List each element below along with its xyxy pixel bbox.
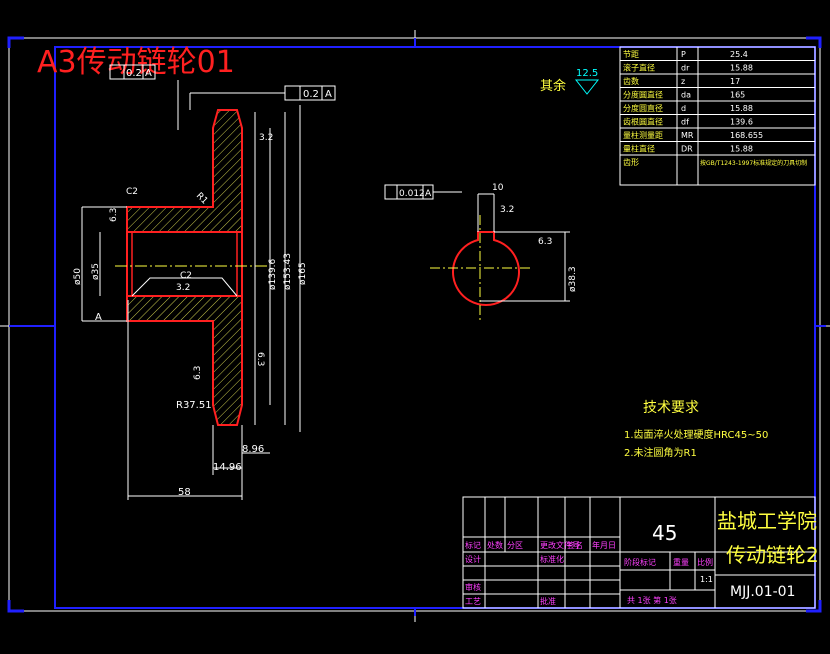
section-view <box>115 109 268 426</box>
dim-hub: ø50 <box>73 268 83 285</box>
param-value: 按GB/T1243-1997标准规定的刀具切制 <box>700 159 807 167</box>
tb-school: 盐城工学院 <box>717 509 817 533</box>
tol-value-1: 0.2 <box>126 68 142 79</box>
dim-58: 58 <box>178 487 191 498</box>
param-value: 17 <box>730 77 740 86</box>
param-name: 量柱测量距 <box>623 130 663 140</box>
center-marks <box>0 30 830 622</box>
tb-review: 审核 <box>465 582 481 592</box>
param-name: 齿数 <box>623 76 639 86</box>
param-value: 25.4 <box>730 50 748 59</box>
tolerance-frame-bore: 0.012 A <box>384 184 462 200</box>
rough-63-a: 6.3 <box>109 208 119 222</box>
param-name: 齿形 <box>623 158 639 167</box>
param-value: 15.88 <box>730 64 753 73</box>
param-name: 滚子直径 <box>623 63 655 73</box>
center-marks-blue <box>9 38 826 616</box>
tb-drawing-no: MJJ.01-01 <box>730 584 795 600</box>
tb-weight: 重量 <box>673 557 689 567</box>
param-symbol: P <box>681 50 686 59</box>
tb-header-label: 标记 <box>465 540 481 550</box>
param-symbol: d <box>681 104 686 113</box>
dim-bore: ø35 <box>91 263 101 280</box>
tech-heading: 技术要求 <box>643 400 699 416</box>
param-name: 齿根圆直径 <box>623 117 663 127</box>
roughness-symbol <box>574 79 600 95</box>
tb-design: 设计 <box>465 554 481 564</box>
param-name: 分度圆直径 <box>623 90 663 100</box>
tb-header-label: 分区 <box>507 541 523 550</box>
tb-standard: 标准化 <box>540 554 564 564</box>
tol-datum-2: A <box>325 89 332 100</box>
tol-value-2: 0.2 <box>303 89 319 100</box>
tb-header-labels: 标记 处数 分区 更改文件号签名 年月日 <box>465 540 616 550</box>
param-value: 165 <box>730 91 745 100</box>
rough-63-c: 6.3 <box>193 366 203 380</box>
tol-value-3: 0.012 <box>399 189 425 199</box>
tb-sheets: 共 1张 第 1张 <box>627 595 677 605</box>
tb-header-label: 处数 <box>487 540 503 550</box>
param-name: 分度圆直径 <box>623 103 663 113</box>
param-value: 139.6 <box>730 118 753 127</box>
tol-datum-1: A <box>145 68 152 79</box>
param-symbol: df <box>681 118 689 127</box>
tb-material: 45 <box>652 521 677 545</box>
tolerance-frame-top-mid: 0.2 A <box>189 85 336 110</box>
cad-drawing: A3传动链轮01 其余 12.5 0.2 A 0.2 A 0.012 A C2 … <box>0 30 830 622</box>
dim-key-width: 10 <box>492 183 504 193</box>
tb-scale: 比例 <box>697 557 713 567</box>
params-table: 节距 P 25.4 滚子直径 dr 15.88 齿数 z 17 分度圆直径 da 165 分度圆直径 d 1… <box>619 46 816 186</box>
param-symbol: da <box>681 91 691 100</box>
rough-63-b: 6.3 <box>255 352 265 366</box>
tech-item-1: 1.齿面淬火处理硬度HRC45~50 <box>624 428 768 441</box>
param-symbol: dr <box>681 64 690 73</box>
dim-tip: ø165 <box>298 262 308 285</box>
roughness-other-label: 其余 <box>540 78 566 94</box>
tol-datum-3: A <box>425 189 432 199</box>
param-value: 15.88 <box>730 104 753 113</box>
tb-header-label: 年月日 <box>592 540 616 550</box>
tb-header-label: 签名 <box>567 540 583 550</box>
tb-approve: 批准 <box>540 596 556 606</box>
dim-c2-top: C2 <box>126 187 138 197</box>
param-name: 节距 <box>623 50 639 59</box>
param-value: 168.655 <box>730 131 763 140</box>
dim-1496: 14.96 <box>213 462 242 473</box>
param-name: 量柱直径 <box>623 144 655 154</box>
dim-896: 8.96 <box>242 444 264 455</box>
tech-item-2: 2.未注圆角为R1 <box>624 446 697 459</box>
param-symbol: DR <box>681 145 693 154</box>
tb-scale-value: 1:1 <box>700 575 713 584</box>
rough-63-key: 6.3 <box>538 237 552 247</box>
tb-process: 工艺 <box>465 597 481 606</box>
tb-part-name: 传动链轮2 <box>726 543 819 567</box>
rough-32-b: 3.2 <box>259 133 273 143</box>
dim-c2-inner: C2 <box>180 271 192 281</box>
datum-a: A <box>95 312 102 323</box>
tb-stage: 阶段标记 <box>624 557 656 567</box>
inner-frame <box>54 46 816 609</box>
param-symbol: z <box>681 77 685 86</box>
rough-32-a: 3.2 <box>176 283 190 293</box>
dim-pitch: ø153.43 <box>283 253 293 290</box>
dim-root: ø139.6 <box>268 258 278 290</box>
dim-key-depth: ø38.3 <box>568 266 578 292</box>
param-symbol: MR <box>681 131 694 140</box>
roughness-other-value: 12.5 <box>576 68 598 79</box>
dim-r-tooth: R37.51 <box>176 400 212 411</box>
param-value: 15.88 <box>730 145 753 154</box>
dim-r1: R1 <box>194 191 210 207</box>
rough-32-key: 3.2 <box>500 205 514 215</box>
